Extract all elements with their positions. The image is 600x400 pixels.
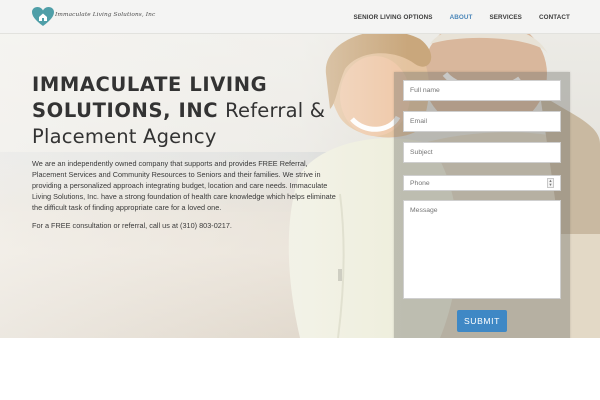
nav-contact[interactable]: CONTACT — [539, 14, 570, 21]
nav-services[interactable]: SERVICES — [489, 14, 522, 21]
phone-input[interactable] — [403, 175, 561, 191]
submit-button[interactable]: SUBMIT — [457, 310, 507, 332]
nav-about[interactable]: ABOUT — [450, 14, 473, 21]
nav-senior-living-options[interactable]: SENIOR LIVING OPTIONS — [353, 14, 432, 21]
hero-title: IMMACULATE LIVING SOLUTIONS, INC Referra… — [32, 72, 362, 150]
subject-input[interactable] — [403, 142, 561, 163]
hero-cta: For a FREE consultation or referral, cal… — [32, 221, 232, 230]
full-name-input[interactable] — [403, 80, 561, 101]
email-input[interactable] — [403, 111, 561, 132]
message-textarea[interactable] — [403, 200, 561, 299]
logo-text: Immaculate Living Solutions, Inc — [55, 12, 156, 18]
contact-form: ▲▼ SUBMIT — [394, 72, 570, 338]
phone-spinner[interactable]: ▲ ▼ — [547, 178, 554, 188]
hero-description: We are an independently owned company th… — [32, 159, 336, 212]
main-nav: SENIOR LIVING OPTIONS ABOUT SERVICES CON… — [336, 0, 570, 34]
hero-section: IMMACULATE LIVING SOLUTIONS, INC Referra… — [0, 34, 600, 338]
logo[interactable]: Immaculate Living Solutions, Inc — [31, 6, 156, 28]
site-header: Immaculate Living Solutions, Inc SENIOR … — [0, 0, 600, 34]
heart-house-icon — [32, 7, 54, 26]
hero-text-block: IMMACULATE LIVING SOLUTIONS, INC Referra… — [32, 72, 362, 231]
